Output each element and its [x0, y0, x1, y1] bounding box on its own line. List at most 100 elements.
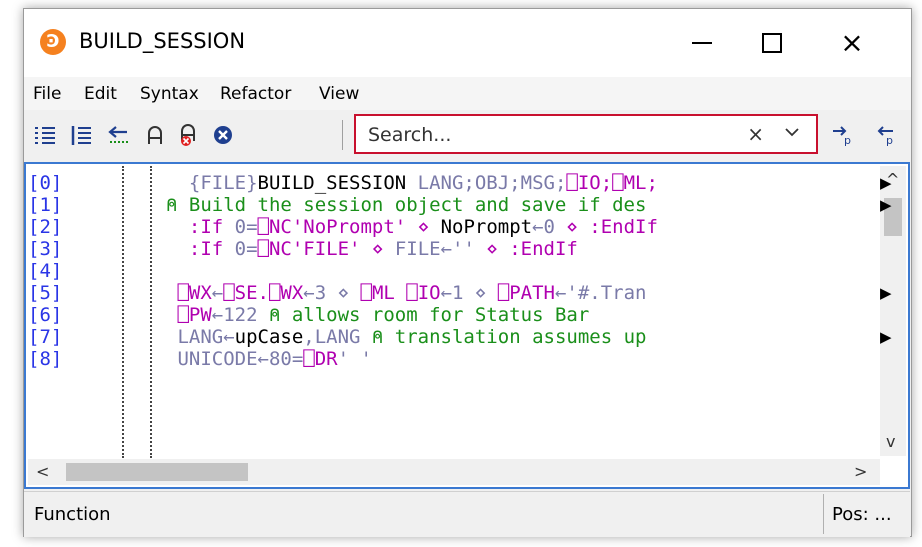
code-token: ' ': [337, 348, 372, 370]
menu-refactor[interactable]: Refactor: [220, 84, 291, 104]
find-prev-icon[interactable]: p: [872, 122, 898, 148]
code-token: 'NoPrompt': [291, 216, 407, 238]
outdent-lines-icon[interactable]: [68, 122, 94, 148]
code-token: ⎕NC: [257, 216, 292, 238]
code-line[interactable]: ⍝ Build the session object and save if d…: [166, 194, 878, 216]
maximize-button[interactable]: [741, 9, 803, 77]
code-token: :If: [166, 238, 235, 260]
code-token: ⎕SE.⎕WX: [223, 282, 304, 304]
toggle-comment-icon[interactable]: [106, 122, 132, 148]
menu-bar: File Edit Syntax Refactor View: [24, 77, 911, 110]
code-token: {FILE}: [166, 172, 258, 194]
code-token: ←: [211, 282, 224, 304]
status-mode: Function: [34, 504, 111, 525]
horizontal-scroll-thumb[interactable]: [66, 463, 248, 481]
uncomment-icon[interactable]: [176, 122, 202, 148]
svg-text:p: p: [886, 134, 893, 146]
line-overflow-icon: ▶: [880, 284, 892, 302]
line-number: [3]: [28, 238, 63, 260]
code-token: BUILD_SESSION: [257, 172, 407, 194]
line-number-gutter: [0] [1] [2] [3] [4] [5] [6] [7] [8]: [28, 172, 88, 370]
line-number: [0]: [28, 172, 63, 194]
find-next-icon[interactable]: p: [830, 122, 856, 148]
code-token: ⋄ :EndIf: [554, 216, 658, 238]
maximize-icon: [762, 33, 782, 53]
code-token: ⍝ allows room for Status Bar: [268, 304, 590, 326]
minimize-button[interactable]: [671, 9, 733, 77]
code-token: ⎕IO;⎕ML;: [566, 172, 658, 194]
horizontal-scrollbar[interactable]: < >: [28, 459, 880, 485]
line-number: [1]: [28, 194, 63, 216]
code-line[interactable]: {FILE}BUILD_SESSION LANG;OBJ;MSG;⎕IO;⎕ML…: [166, 172, 878, 194]
scroll-right-icon[interactable]: >: [854, 462, 867, 481]
line-overflow-icon: ▶: [880, 328, 892, 346]
line-number: [4]: [28, 260, 63, 282]
code-token: LANG←: [166, 326, 235, 348]
menu-file[interactable]: File: [33, 84, 61, 104]
fold-guide: [150, 166, 152, 458]
code-token: ←1 ⋄: [440, 282, 498, 304]
menu-edit[interactable]: Edit: [84, 84, 117, 104]
search-input[interactable]: [368, 123, 728, 147]
scroll-down-icon[interactable]: v: [886, 432, 895, 451]
code-token: LANG;OBJ;MSG;: [406, 172, 567, 194]
code-area[interactable]: {FILE}BUILD_SESSION LANG;OBJ;MSG;⎕IO;⎕ML…: [166, 172, 878, 370]
line-number: [8]: [28, 348, 63, 370]
window-title: BUILD_SESSION: [79, 29, 246, 53]
line-number: [6]: [28, 304, 63, 326]
close-circle-icon[interactable]: [210, 122, 236, 148]
line-overflow-icon: ▶: [880, 174, 892, 192]
code-token: ⍝ translation assumes up: [371, 326, 647, 348]
scroll-left-icon[interactable]: <: [36, 462, 49, 481]
close-icon: ×: [840, 26, 864, 59]
search-box[interactable]: ×: [354, 114, 818, 154]
code-token: ,LANG: [303, 326, 372, 348]
svg-text:p: p: [844, 134, 851, 146]
code-token: ←3 ⋄: [303, 282, 361, 304]
code-token: ←'#.Tran: [554, 282, 647, 304]
comment-icon[interactable]: [142, 122, 168, 148]
status-position-panel: Pos: ...: [823, 494, 910, 534]
code-line[interactable]: :If 0=⎕NC'FILE' ⋄ FILE←'' ⋄ :EndIf: [166, 238, 878, 260]
code-line[interactable]: ⎕WX←⎕SE.⎕WX←3 ⋄ ⎕ML ⎕IO←1 ⋄ ⎕PATH←'#.Tra…: [166, 282, 878, 304]
title-bar[interactable]: Ͽ BUILD_SESSION ×: [24, 9, 911, 77]
fold-guide: [122, 166, 124, 458]
code-token: ⋄: [360, 238, 395, 260]
code-token: ←122: [211, 304, 269, 326]
code-line[interactable]: [166, 260, 878, 282]
menu-view[interactable]: View: [319, 84, 359, 104]
code-token: ⋄: [406, 216, 441, 238]
code-token: ⎕PW: [166, 304, 212, 326]
code-editor[interactable]: [0] [1] [2] [3] [4] [5] [6] [7] [8] {FIL…: [24, 162, 910, 489]
code-line[interactable]: :If 0=⎕NC'NoPrompt' ⋄ NoPrompt←0 ⋄ :EndI…: [166, 216, 878, 238]
code-token: 0=: [234, 238, 258, 260]
code-token: ←0: [532, 216, 555, 238]
code-token: FILE←'': [394, 238, 475, 260]
status-position: Pos: ...: [832, 504, 892, 525]
code-token: ⎕ML ⎕IO: [360, 282, 441, 304]
indent-lines-icon[interactable]: [32, 122, 58, 148]
app-icon: Ͽ: [40, 29, 66, 55]
editor-window: Ͽ BUILD_SESSION × File Edit Syntax Refac…: [23, 8, 912, 537]
line-number: [2]: [28, 216, 63, 238]
code-line[interactable]: LANG←upCase,LANG ⍝ translation assumes u…: [166, 326, 878, 348]
chevron-down-icon[interactable]: [784, 124, 800, 145]
code-token: UNICODE←80=: [166, 348, 304, 370]
search-clear-icon[interactable]: ×: [747, 122, 764, 146]
menu-syntax[interactable]: Syntax: [140, 84, 199, 104]
code-line[interactable]: ⎕PW←122 ⍝ allows room for Status Bar: [166, 304, 878, 326]
line-overflow-icon: ▶: [880, 196, 892, 214]
code-token: NoPrompt: [440, 216, 533, 238]
code-token: 'FILE': [291, 238, 361, 260]
line-number: [5]: [28, 282, 63, 304]
minimize-icon: [692, 42, 712, 44]
toolbar: × p p: [24, 110, 911, 160]
close-button[interactable]: ×: [821, 9, 883, 77]
code-token: ⎕DR: [303, 348, 338, 370]
code-token: :If: [166, 216, 235, 238]
line-number: [7]: [28, 326, 63, 348]
code-token: ⎕NC: [257, 238, 292, 260]
toolbar-separator: [342, 120, 343, 150]
code-line[interactable]: UNICODE←80=⎕DR' ': [166, 348, 878, 370]
code-token: ⍝ Build the session object and save if d…: [166, 194, 647, 216]
